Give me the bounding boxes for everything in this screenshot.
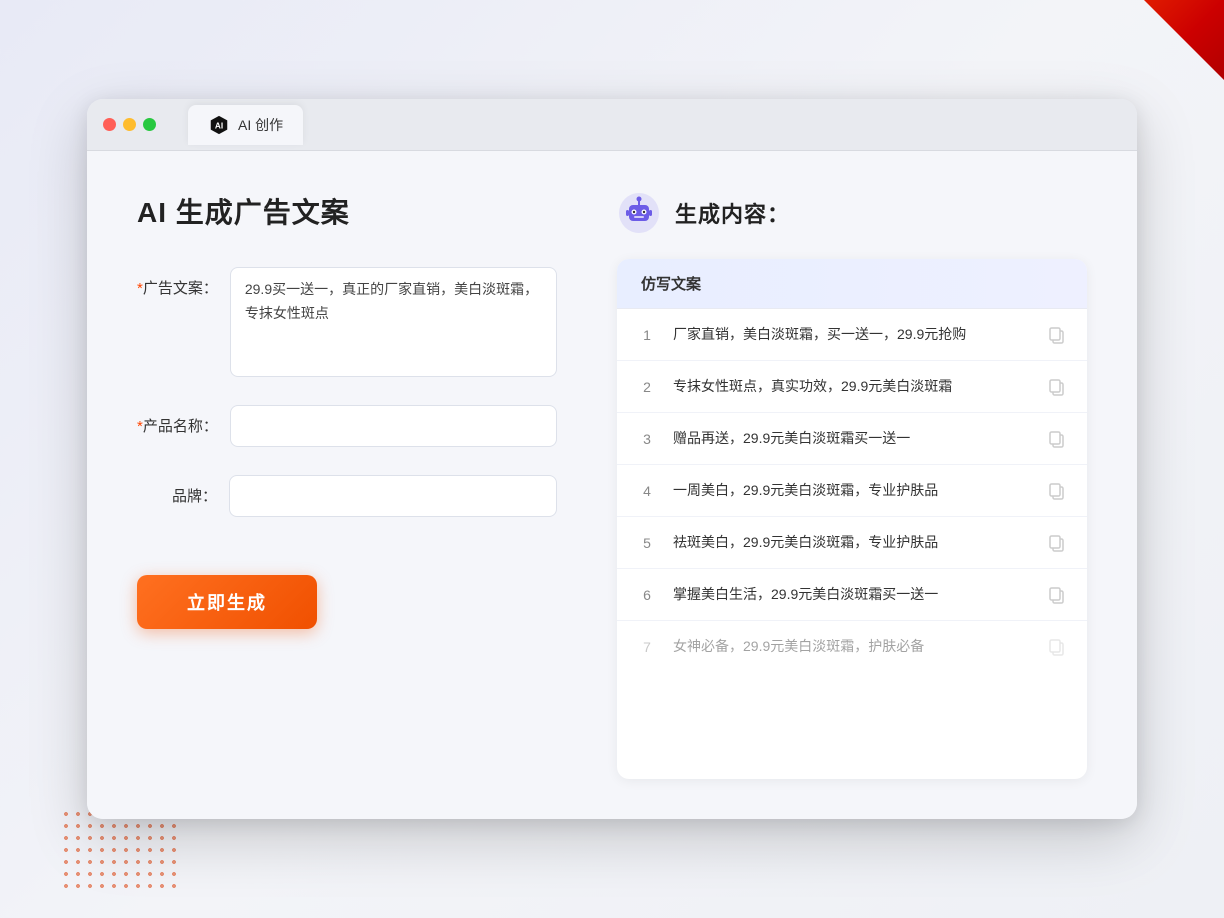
result-text: 专抹女性斑点，真实功效，29.9元美白淡斑霜 <box>673 376 1031 397</box>
result-item: 7 女神必备，29.9元美白淡斑霜，护肤必备 <box>617 621 1087 672</box>
minimize-button[interactable] <box>123 118 136 131</box>
bot-icon <box>617 191 661 235</box>
results-col-header: 仿写文案 <box>617 259 1087 309</box>
product-name-label: *产品名称： <box>137 405 218 436</box>
browser-chrome: AI AI 创作 <box>87 99 1137 151</box>
browser-window: AI AI 创作 AI 生成广告文案 *广告文案： 29.9买一送一，真正的厂家… <box>87 99 1137 819</box>
svg-text:AI: AI <box>215 121 223 130</box>
copy-icon[interactable] <box>1047 325 1067 345</box>
ad-copy-label: *广告文案： <box>137 267 218 298</box>
right-panel: 生成内容： 仿写文案 1 厂家直销，美白淡斑霜，买一送一，29.9元抢购 2 专… <box>617 191 1087 779</box>
product-name-group: *产品名称： 美白淡斑霜 <box>137 405 557 447</box>
result-number: 3 <box>637 431 657 447</box>
results-table: 仿写文案 1 厂家直销，美白淡斑霜，买一送一，29.9元抢购 2 专抹女性斑点，… <box>617 259 1087 779</box>
browser-content: AI 生成广告文案 *广告文案： 29.9买一送一，真正的厂家直销，美白淡斑霜，… <box>87 151 1137 819</box>
result-text: 厂家直销，美白淡斑霜，买一送一，29.9元抢购 <box>673 324 1031 345</box>
result-number: 1 <box>637 327 657 343</box>
result-text: 赠品再送，29.9元美白淡斑霜买一送一 <box>673 428 1031 449</box>
generate-button[interactable]: 立即生成 <box>137 575 317 629</box>
result-item: 3 赠品再送，29.9元美白淡斑霜买一送一 <box>617 413 1087 465</box>
results-list: 1 厂家直销，美白淡斑霜，买一送一，29.9元抢购 2 专抹女性斑点，真实功效，… <box>617 309 1087 672</box>
result-item: 1 厂家直销，美白淡斑霜，买一送一，29.9元抢购 <box>617 309 1087 361</box>
ad-copy-group: *广告文案： 29.9买一送一，真正的厂家直销，美白淡斑霜，专抹女性斑点 <box>137 267 557 377</box>
result-number: 4 <box>637 483 657 499</box>
maximize-button[interactable] <box>143 118 156 131</box>
result-text: 一周美白，29.9元美白淡斑霜，专业护肤品 <box>673 480 1031 501</box>
copy-icon[interactable] <box>1047 377 1067 397</box>
brand-label: 品牌： <box>137 475 217 506</box>
result-number: 2 <box>637 379 657 395</box>
result-number: 7 <box>637 639 657 655</box>
traffic-lights <box>103 118 156 131</box>
result-text: 女神必备，29.9元美白淡斑霜，护肤必备 <box>673 636 1031 657</box>
ai-tab-icon: AI <box>208 114 230 136</box>
page-title: AI 生成广告文案 <box>137 191 557 231</box>
result-item: 5 祛斑美白，29.9元美白淡斑霜，专业护肤品 <box>617 517 1087 569</box>
brand-input[interactable]: 好白 <box>229 475 557 517</box>
left-panel: AI 生成广告文案 *广告文案： 29.9买一送一，真正的厂家直销，美白淡斑霜，… <box>137 191 557 779</box>
result-item: 2 专抹女性斑点，真实功效，29.9元美白淡斑霜 <box>617 361 1087 413</box>
tab-label: AI 创作 <box>238 115 283 135</box>
result-item: 6 掌握美白生活，29.9元美白淡斑霜买一送一 <box>617 569 1087 621</box>
copy-icon[interactable] <box>1047 481 1067 501</box>
results-title: 生成内容： <box>675 197 790 229</box>
browser-tab[interactable]: AI AI 创作 <box>188 105 303 145</box>
brand-group: 品牌： 好白 <box>137 475 557 517</box>
right-header: 生成内容： <box>617 191 1087 235</box>
result-number: 5 <box>637 535 657 551</box>
copy-icon[interactable] <box>1047 637 1067 657</box>
copy-icon[interactable] <box>1047 533 1067 553</box>
close-button[interactable] <box>103 118 116 131</box>
result-number: 6 <box>637 587 657 603</box>
copy-icon[interactable] <box>1047 585 1067 605</box>
ad-copy-input[interactable]: 29.9买一送一，真正的厂家直销，美白淡斑霜，专抹女性斑点 <box>230 267 557 377</box>
copy-icon[interactable] <box>1047 429 1067 449</box>
product-name-input[interactable]: 美白淡斑霜 <box>230 405 557 447</box>
result-text: 祛斑美白，29.9元美白淡斑霜，专业护肤品 <box>673 532 1031 553</box>
result-item: 4 一周美白，29.9元美白淡斑霜，专业护肤品 <box>617 465 1087 517</box>
result-text: 掌握美白生活，29.9元美白淡斑霜买一送一 <box>673 584 1031 605</box>
